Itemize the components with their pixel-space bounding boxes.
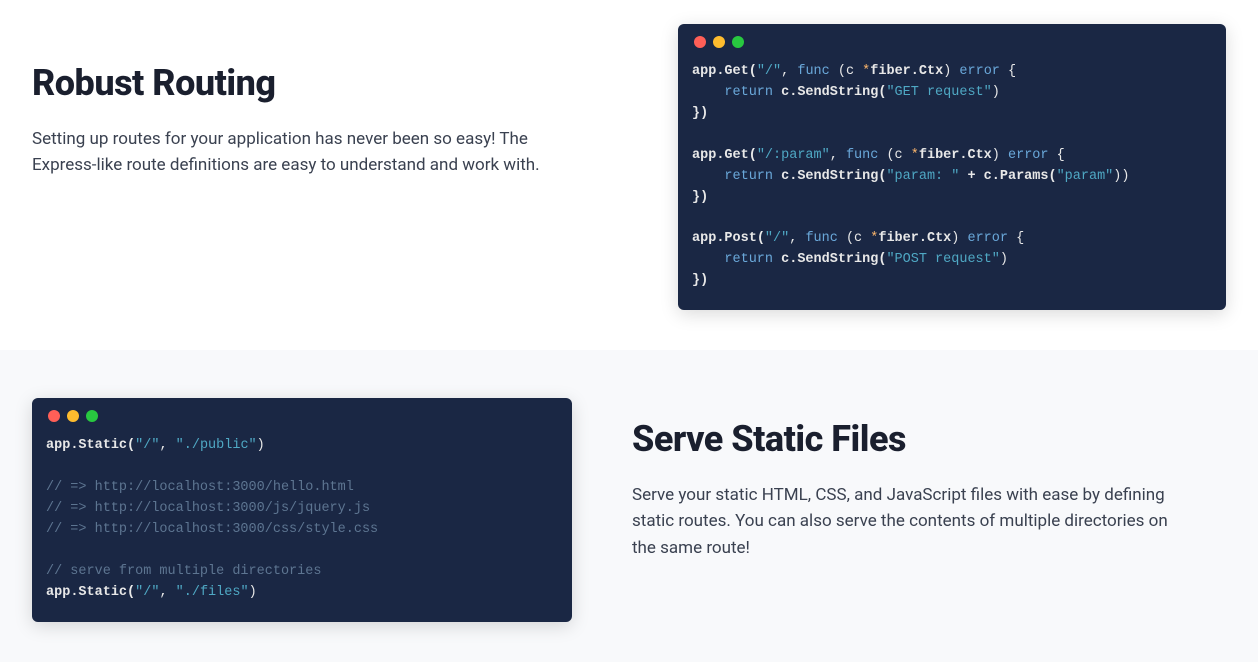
feature-text: Serve Static Files Serve your static HTM…: [632, 398, 1226, 561]
maximize-icon: [86, 410, 98, 422]
minimize-icon: [713, 36, 725, 48]
feature-section-static: app.Static("/", "./public") // => http:/…: [0, 350, 1258, 661]
feature-heading: Robust Routing: [32, 62, 618, 104]
feature-desc: Serve your static HTML, CSS, and JavaScr…: [632, 482, 1172, 561]
close-icon: [694, 36, 706, 48]
code-window-static: app.Static("/", "./public") // => http:/…: [32, 398, 572, 621]
code-content: app.Get("/", func (c *fiber.Ctx) error {…: [692, 62, 1212, 292]
feature-text: Robust Routing Setting up routes for you…: [32, 24, 618, 179]
maximize-icon: [732, 36, 744, 48]
code-content: app.Static("/", "./public") // => http:/…: [46, 436, 558, 603]
feature-section-routing: Robust Routing Setting up routes for you…: [0, 0, 1258, 350]
feature-desc: Setting up routes for your application h…: [32, 126, 572, 179]
window-controls: [46, 408, 558, 422]
close-icon: [48, 410, 60, 422]
window-controls: [692, 34, 1212, 48]
minimize-icon: [67, 410, 79, 422]
feature-heading: Serve Static Files: [632, 418, 1226, 460]
code-window-routing: app.Get("/", func (c *fiber.Ctx) error {…: [678, 24, 1226, 310]
